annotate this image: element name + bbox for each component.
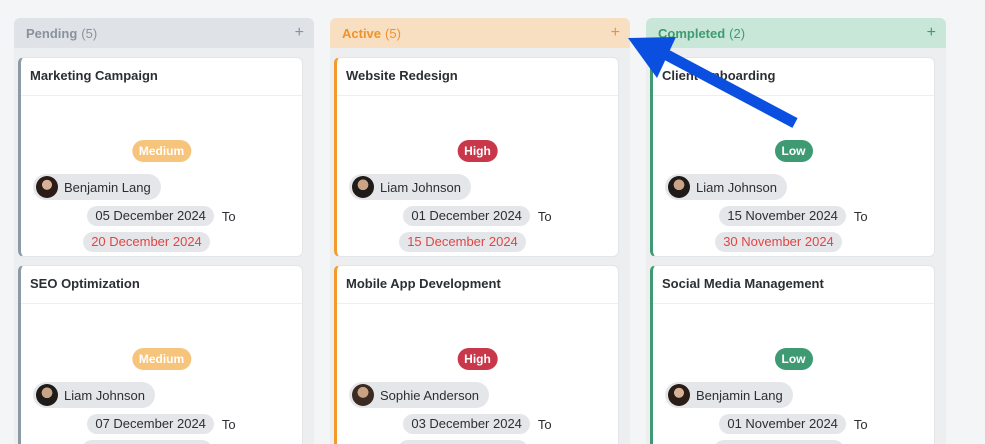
end-date: 15 December 2024 bbox=[399, 232, 526, 252]
column-header-active: Active (5) + bbox=[330, 18, 630, 48]
task-title: Client Onboarding bbox=[653, 58, 934, 96]
assignee-name: Liam Johnson bbox=[64, 387, 145, 403]
task-title: Mobile App Development bbox=[337, 266, 618, 304]
to-label: To bbox=[221, 208, 236, 224]
assignee-name: Liam Johnson bbox=[380, 179, 461, 195]
avatar bbox=[352, 176, 374, 198]
column-pending: Pending (5) + Marketing Campaign Medium B… bbox=[14, 18, 314, 444]
end-date bbox=[397, 440, 528, 444]
task-title: Marketing Campaign bbox=[21, 58, 302, 96]
assignee-chip[interactable]: Benjamin Lang bbox=[33, 174, 161, 200]
column-count: (5) bbox=[385, 25, 401, 41]
start-date: 15 November 2024 bbox=[719, 206, 846, 226]
date-range: 07 December 2024 To bbox=[21, 414, 302, 434]
date-range: 01 December 2024 To bbox=[337, 206, 618, 226]
priority-badge: Medium bbox=[131, 348, 192, 370]
column-active: Active (5) + Website Redesign High Liam J… bbox=[330, 18, 630, 444]
end-date: 30 November 2024 bbox=[715, 232, 842, 252]
to-label: To bbox=[537, 208, 552, 224]
end-date: 20 December 2024 bbox=[83, 232, 210, 252]
assignee-name: Sophie Anderson bbox=[380, 387, 480, 403]
date-range: 15 November 2024 To bbox=[653, 206, 934, 226]
column-title: Pending (5) bbox=[26, 25, 98, 41]
start-date: 07 December 2024 bbox=[87, 414, 214, 434]
column-header-pending: Pending (5) + bbox=[14, 18, 314, 48]
task-card[interactable]: Social Media Management Low Benjamin Lan… bbox=[650, 265, 935, 444]
date-range: 05 December 2024 To bbox=[21, 206, 302, 226]
start-date: 05 December 2024 bbox=[87, 206, 214, 226]
date-range: 01 November 2024 To bbox=[653, 414, 934, 434]
to-label: To bbox=[853, 208, 868, 224]
task-card[interactable]: SEO Optimization Medium Liam Johnson 07 … bbox=[18, 265, 303, 444]
end-date-row: 30 November 2024 bbox=[653, 232, 934, 252]
assignee-chip[interactable]: Liam Johnson bbox=[665, 174, 787, 200]
assignee-chip[interactable]: Liam Johnson bbox=[33, 382, 155, 408]
add-card-plus-icon[interactable]: + bbox=[611, 24, 620, 42]
end-date-row bbox=[337, 440, 618, 444]
add-card-plus-icon[interactable]: + bbox=[927, 24, 936, 42]
to-label: To bbox=[537, 416, 552, 432]
column-title: Active (5) bbox=[342, 25, 401, 41]
start-date: 03 December 2024 bbox=[403, 414, 530, 434]
assignee-name: Liam Johnson bbox=[696, 179, 777, 195]
task-title: Social Media Management bbox=[653, 266, 934, 304]
kanban-board: Pending (5) + Marketing Campaign Medium B… bbox=[0, 0, 985, 444]
priority-badge: Medium bbox=[131, 140, 192, 162]
avatar bbox=[36, 176, 58, 198]
task-title: SEO Optimization bbox=[21, 266, 302, 304]
task-card[interactable]: Website Redesign High Liam Johnson 01 De… bbox=[334, 57, 619, 257]
column-header-completed: Completed (2) + bbox=[646, 18, 946, 48]
avatar bbox=[668, 384, 690, 406]
task-card[interactable]: Client Onboarding Low Liam Johnson 15 No… bbox=[650, 57, 935, 257]
task-card[interactable]: Mobile App Development High Sophie Ander… bbox=[334, 265, 619, 444]
start-date: 01 November 2024 bbox=[719, 414, 846, 434]
priority-badge: Low bbox=[774, 348, 813, 370]
avatar bbox=[352, 384, 374, 406]
start-date: 01 December 2024 bbox=[403, 206, 530, 226]
column-count: (2) bbox=[729, 25, 746, 41]
priority-badge: High bbox=[457, 348, 498, 370]
assignee-name: Benjamin Lang bbox=[696, 387, 783, 403]
end-date-row bbox=[653, 440, 934, 444]
end-date-row: 20 December 2024 bbox=[21, 232, 302, 252]
to-label: To bbox=[221, 416, 236, 432]
task-title: Website Redesign bbox=[337, 58, 618, 96]
end-date bbox=[81, 440, 212, 444]
date-range: 03 December 2024 To bbox=[337, 414, 618, 434]
add-card-plus-icon[interactable]: + bbox=[295, 24, 304, 42]
end-date bbox=[713, 440, 844, 444]
column-title: Completed (2) bbox=[658, 25, 746, 41]
to-label: To bbox=[853, 416, 868, 432]
assignee-name: Benjamin Lang bbox=[64, 179, 151, 195]
assignee-chip[interactable]: Sophie Anderson bbox=[349, 382, 490, 408]
assignee-chip[interactable]: Benjamin Lang bbox=[665, 382, 793, 408]
avatar bbox=[36, 384, 58, 406]
priority-badge: Low bbox=[774, 140, 813, 162]
end-date-row: 15 December 2024 bbox=[337, 232, 618, 252]
avatar bbox=[668, 176, 690, 198]
end-date-row bbox=[21, 440, 302, 444]
priority-badge: High bbox=[457, 140, 498, 162]
task-card[interactable]: Marketing Campaign Medium Benjamin Lang … bbox=[18, 57, 303, 257]
assignee-chip[interactable]: Liam Johnson bbox=[349, 174, 471, 200]
column-completed: Completed (2) + Client Onboarding Low Lia… bbox=[646, 18, 946, 444]
column-count: (5) bbox=[81, 25, 98, 41]
